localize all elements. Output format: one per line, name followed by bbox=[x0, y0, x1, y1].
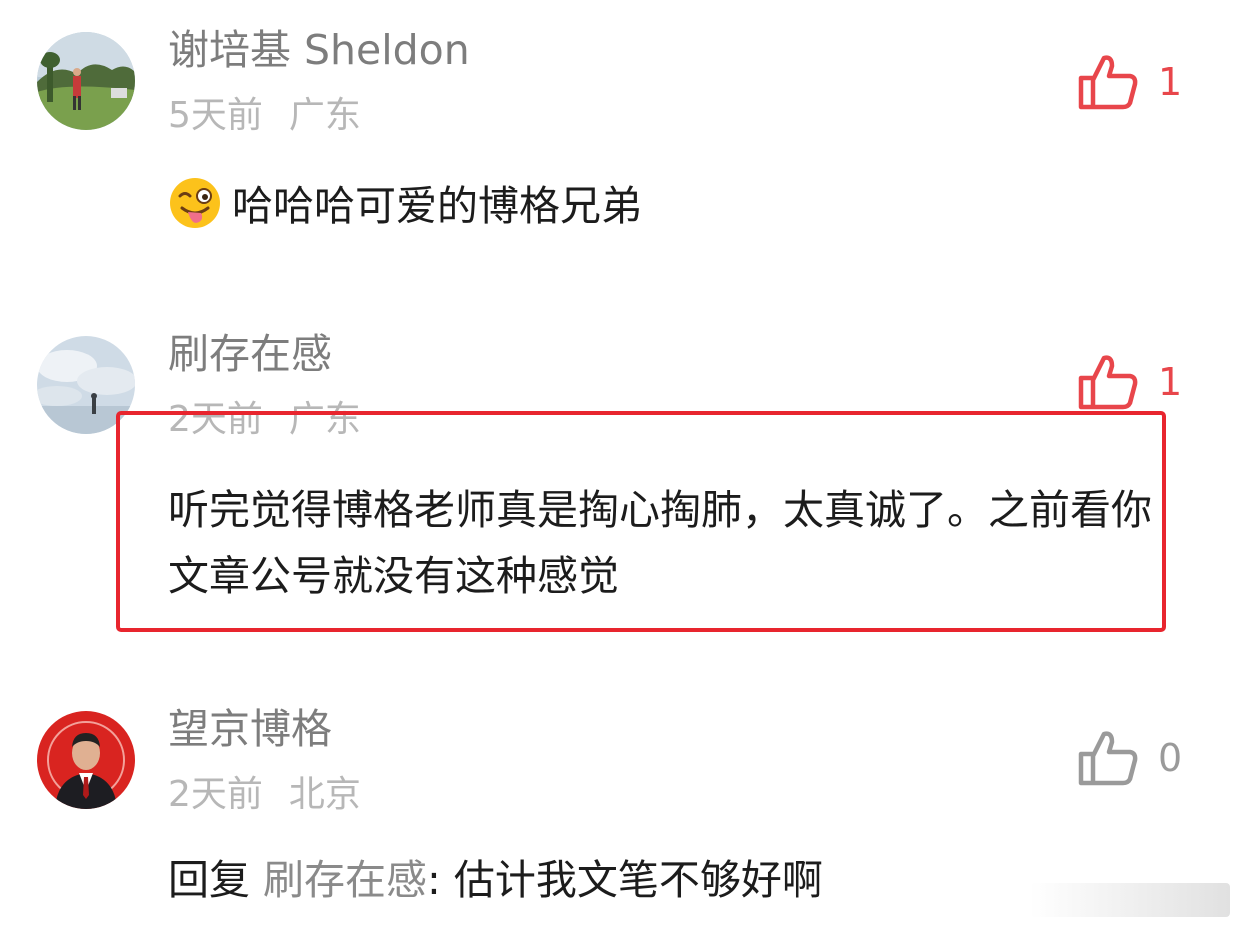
sky-photo-avatar bbox=[37, 336, 135, 434]
comment-time: 2天前 bbox=[168, 774, 263, 815]
comment-location: 广东 bbox=[288, 399, 361, 440]
thumbs-up-icon bbox=[1078, 355, 1138, 410]
like-count: 0 bbox=[1158, 736, 1183, 780]
comment-text-row: 回复 刷存在感: 估计我文笔不够好啊 bbox=[168, 860, 823, 901]
like-button[interactable]: 1 bbox=[1078, 52, 1182, 112]
comment-text-row: 哈哈哈可爱的博格兄弟 bbox=[168, 176, 642, 230]
thumbs-up-icon bbox=[1078, 731, 1138, 786]
like-button[interactable]: 1 bbox=[1078, 352, 1182, 412]
comment-text: : 估计我文笔不够好啊 bbox=[427, 856, 823, 904]
like-count: 1 bbox=[1158, 360, 1183, 404]
comment-time: 5天前 bbox=[168, 95, 263, 136]
like-button[interactable]: 0 bbox=[1078, 728, 1182, 788]
golfer-photo-avatar bbox=[37, 32, 135, 130]
comment-text: 听完觉得博格老师真是掏心掏肺，太真诚了。之前看你文章公号就没有这种感觉 bbox=[168, 486, 1152, 600]
comment-author[interactable]: 谢培基 Sheldon bbox=[168, 30, 470, 71]
reply-prefix: 回复 bbox=[168, 856, 250, 904]
comment-meta: 2天前 广东 bbox=[168, 402, 361, 438]
watermark bbox=[1030, 883, 1230, 917]
comment-text: 哈哈哈可爱的博格兄弟 bbox=[232, 182, 642, 230]
thumbs-up-icon bbox=[1078, 55, 1138, 110]
comment-author[interactable]: 望京博格 bbox=[168, 709, 332, 750]
comment-author[interactable]: 刷存在感 bbox=[168, 334, 332, 375]
comment-meta: 2天前 北京 bbox=[168, 777, 361, 813]
avatar[interactable] bbox=[37, 711, 135, 809]
comment-location: 北京 bbox=[288, 774, 361, 815]
reply-to-user[interactable]: 刷存在感 bbox=[263, 856, 427, 904]
comment-location: 广东 bbox=[288, 95, 361, 136]
avatar[interactable] bbox=[37, 336, 135, 434]
like-count: 1 bbox=[1158, 60, 1183, 104]
avatar[interactable] bbox=[37, 32, 135, 130]
man-in-suit-avatar bbox=[37, 711, 135, 809]
winking-tongue-emoji bbox=[168, 176, 222, 230]
comment-time: 2天前 bbox=[168, 399, 263, 440]
comment-meta: 5天前 广东 bbox=[168, 98, 361, 134]
